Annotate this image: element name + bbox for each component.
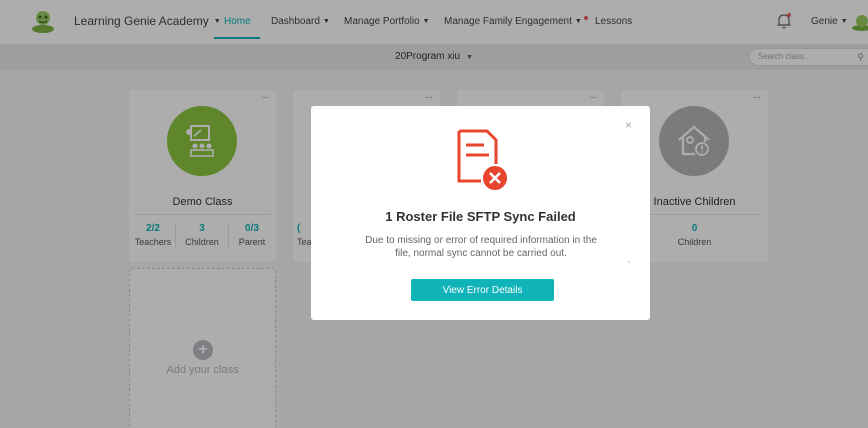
close-icon[interactable]: × xyxy=(625,118,632,132)
dialog-title: 1 Roster File SFTP Sync Failed xyxy=(385,209,576,224)
dialog-message: Due to missing or error of required info… xyxy=(365,235,597,259)
file-error-icon xyxy=(457,129,507,190)
decorative-dot xyxy=(628,261,630,263)
view-error-details-button[interactable]: View Error Details xyxy=(411,279,554,301)
sync-failed-dialog: × 1 Roster File SFTP Sync Failed Due to … xyxy=(311,106,650,320)
